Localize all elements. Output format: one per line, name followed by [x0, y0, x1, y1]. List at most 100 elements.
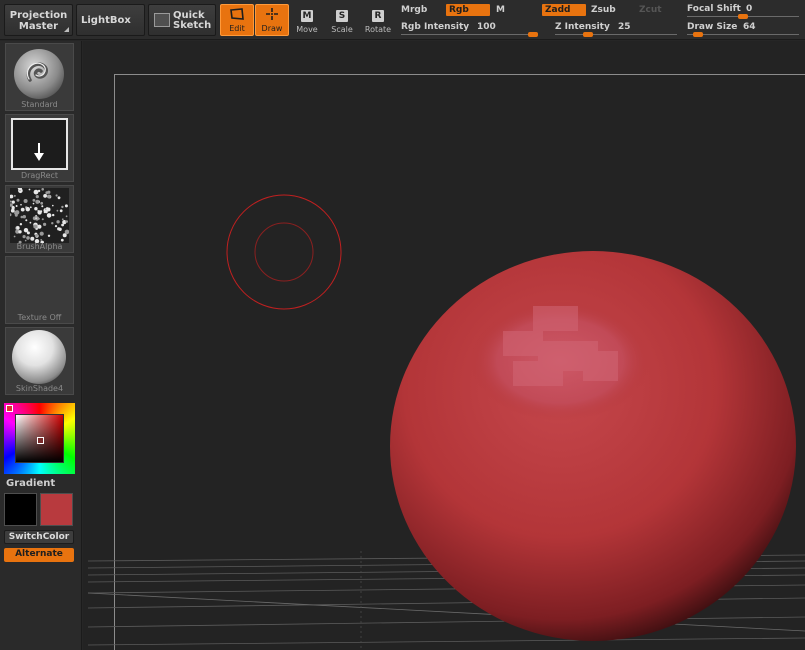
- rgb-intensity-slider[interactable]: [401, 34, 538, 35]
- z-intensity-value: 25: [618, 22, 631, 32]
- scale-button[interactable]: S Scale: [325, 4, 359, 36]
- alpha-noise-dot: [44, 210, 48, 214]
- alpha-noise-dot: [61, 205, 64, 209]
- rotate-button[interactable]: R Rotate: [361, 4, 395, 36]
- rgb-intensity-value: 100: [477, 22, 496, 32]
- alpha-noise-dot: [26, 236, 30, 240]
- rgb-intensity-slider-knob[interactable]: [528, 32, 538, 37]
- lightbox-button[interactable]: LightBox: [76, 4, 145, 36]
- draw-button[interactable]: Draw: [255, 4, 289, 36]
- focal-shift-slider-knob[interactable]: [738, 14, 748, 19]
- mrgb-toggle[interactable]: Mrgb: [401, 4, 427, 16]
- alpha-noise-dot: [16, 198, 20, 202]
- focal-shift-label: Focal Shift: [687, 4, 741, 14]
- alpha-noise-dot: [35, 195, 39, 199]
- alpha-noise-dot: [28, 188, 31, 191]
- z-intensity-slider-knob[interactable]: [583, 32, 593, 37]
- alpha-noise-dot: [20, 207, 25, 212]
- color-picker-marker[interactable]: [37, 437, 44, 444]
- m-toggle[interactable]: M: [496, 4, 505, 16]
- draw-size-slider-knob[interactable]: [693, 32, 703, 37]
- alpha-noise-dot: [45, 192, 48, 195]
- viewport: [87, 194, 805, 650]
- rotate-label: Rotate: [364, 25, 392, 34]
- alpha-noise-dot: [13, 194, 16, 197]
- rgb-toggle[interactable]: Rgb: [446, 4, 490, 16]
- alpha-noise-dot: [33, 224, 38, 229]
- draw-size-slider[interactable]: [687, 34, 799, 35]
- quick-sketch-label-2: Sketch: [173, 20, 212, 31]
- alpha-noise-dot: [57, 196, 61, 200]
- brush-caption: Standard: [21, 100, 58, 109]
- color-picker[interactable]: [4, 403, 75, 474]
- alpha-noise-dot: [15, 205, 18, 207]
- projection-master-label-2: Master: [18, 21, 59, 32]
- drag-rect-icon: [11, 118, 68, 170]
- left-tray: Standard DragRect BrushAlpha Texture Off…: [0, 41, 82, 650]
- alpha-noise-dot: [46, 213, 52, 218]
- alpha-caption: BrushAlpha: [16, 242, 63, 251]
- projection-master-button[interactable]: Projection Master: [4, 4, 73, 36]
- secondary-color-swatch[interactable]: [4, 493, 37, 526]
- zcut-toggle[interactable]: Zcut: [639, 4, 662, 16]
- alpha-noise-dot: [35, 199, 40, 204]
- z-intensity-label: Z Intensity: [555, 22, 610, 32]
- gradient-label[interactable]: Gradient: [6, 478, 55, 489]
- material-selector[interactable]: SkinShade4: [5, 327, 74, 395]
- alpha-noise-dot: [23, 199, 28, 203]
- focal-shift-value: 0: [746, 4, 753, 14]
- move-label: Move: [296, 25, 318, 34]
- edit-label: Edit: [229, 24, 245, 33]
- scale-key: S: [336, 10, 348, 22]
- alpha-noise-dot: [19, 223, 23, 226]
- alpha-noise-dot: [22, 215, 26, 219]
- alpha-noise-dot: [65, 220, 68, 223]
- move-key: M: [301, 10, 313, 22]
- alpha-noise-dot: [43, 194, 47, 198]
- alpha-noise-dot: [64, 204, 68, 208]
- alpha-noise-dot: [13, 235, 16, 238]
- alpha-noise-dot: [47, 194, 51, 199]
- alpha-noise-dot: [59, 209, 63, 213]
- brush-alpha-icon: [10, 188, 69, 243]
- z-intensity-slider[interactable]: [555, 34, 677, 35]
- alpha-noise-dot: [52, 213, 55, 217]
- alpha-noise-dot: [55, 194, 58, 197]
- alpha-noise-dot: [58, 227, 62, 231]
- move-icon: M: [290, 6, 324, 22]
- draw-size-value: 64: [743, 22, 756, 32]
- alpha-noise-dot: [11, 200, 15, 204]
- alpha-noise-dot: [56, 209, 59, 212]
- picker-corner-marker[interactable]: [6, 405, 13, 412]
- alpha-noise-dot: [25, 219, 28, 222]
- alpha-noise-dot: [22, 235, 26, 239]
- alpha-noise-dot: [33, 189, 39, 195]
- alpha-noise-dot: [52, 204, 54, 207]
- move-button[interactable]: M Move: [290, 4, 324, 36]
- stroke-selector[interactable]: DragRect: [5, 114, 74, 182]
- switch-color-button[interactable]: SwitchColor: [4, 530, 74, 544]
- brush-selector[interactable]: Standard: [5, 43, 74, 111]
- projection-master-label-1: Projection: [9, 10, 68, 21]
- alpha-noise-dot: [25, 207, 30, 212]
- alpha-noise-dot: [34, 207, 38, 211]
- brush-cursor: [226, 194, 342, 310]
- scale-label: Scale: [331, 25, 353, 34]
- edit-button[interactable]: Edit: [220, 4, 254, 36]
- alpha-noise-dot: [32, 198, 36, 202]
- scale-icon: S: [325, 6, 359, 22]
- lightbox-label: LightBox: [81, 15, 131, 26]
- zadd-toggle[interactable]: Zadd: [542, 4, 586, 16]
- document-canvas[interactable]: [83, 41, 805, 650]
- zsub-toggle[interactable]: Zsub: [591, 4, 616, 16]
- alpha-noise-dot: [40, 201, 44, 205]
- texture-selector[interactable]: Texture Off: [5, 256, 74, 324]
- alpha-selector[interactable]: BrushAlpha: [5, 185, 74, 253]
- standard-brush-icon: [14, 49, 64, 99]
- alpha-noise-dot: [37, 210, 42, 215]
- alpha-noise-dot: [45, 207, 49, 210]
- main-color-swatch[interactable]: [40, 493, 73, 526]
- alpha-noise-dot: [14, 210, 19, 215]
- alternate-button[interactable]: Alternate: [4, 548, 74, 562]
- quick-sketch-button[interactable]: Quick Sketch: [148, 4, 216, 36]
